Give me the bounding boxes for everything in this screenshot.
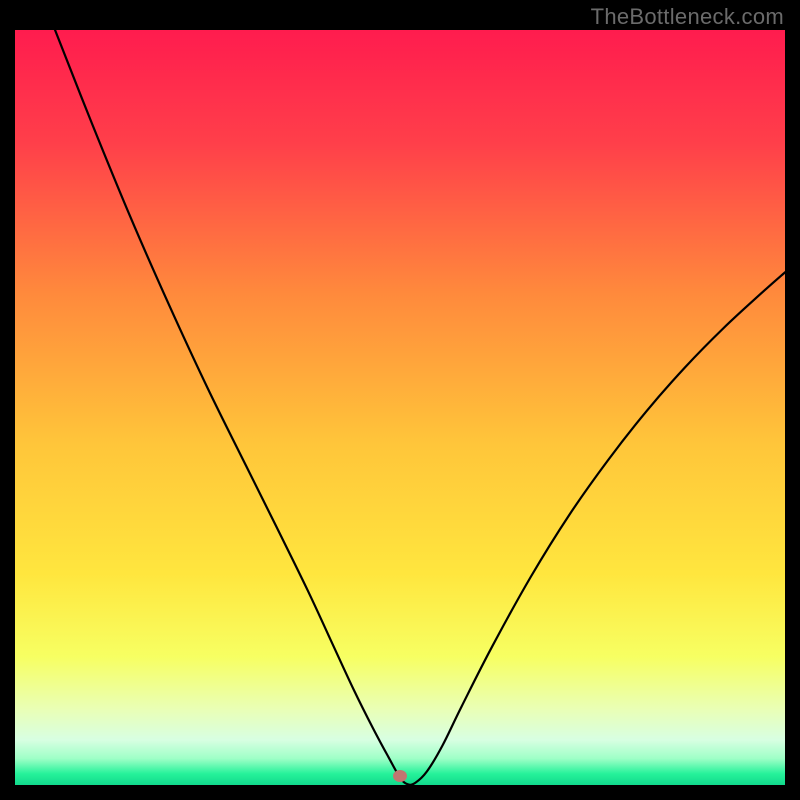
minimum-marker — [393, 770, 407, 782]
chart-svg — [15, 30, 785, 785]
gradient-background — [15, 30, 785, 785]
chart-frame: TheBottleneck.com — [0, 0, 800, 800]
plot-area — [15, 30, 785, 785]
watermark-text: TheBottleneck.com — [591, 4, 784, 30]
